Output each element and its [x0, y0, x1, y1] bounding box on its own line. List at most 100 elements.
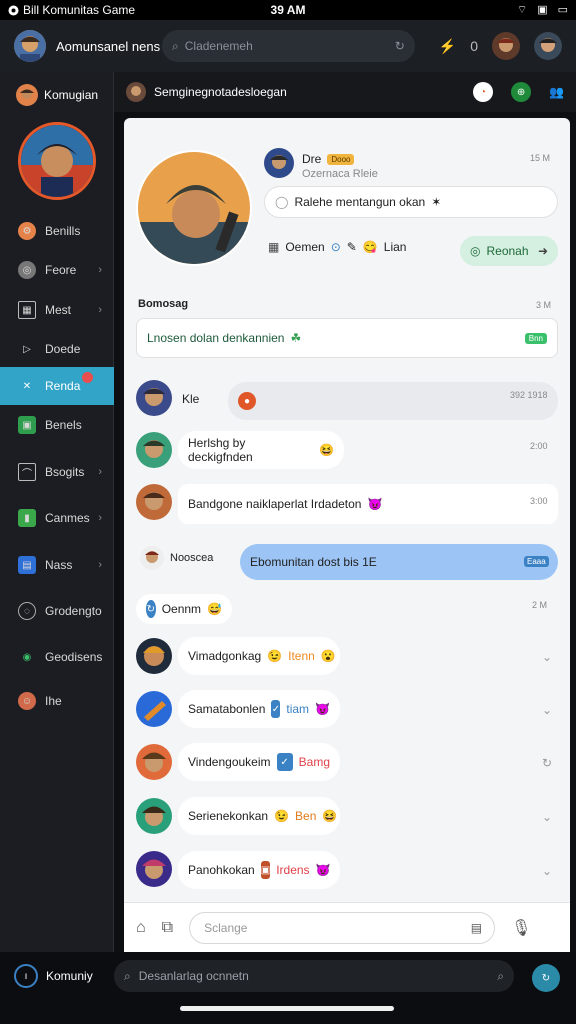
list-item[interactable]: Vindengoukeim ✓ Bamg [178, 743, 340, 781]
chevron-right-icon: › [98, 304, 102, 316]
message-bubble[interactable]: Bandgone naiklaperlat Irdadeton 😈 [178, 484, 558, 524]
header-avatar[interactable] [14, 30, 46, 62]
profile-avatar[interactable] [534, 32, 562, 60]
sidebar-item-bsogits[interactable]: ⌒ Bsogits › [0, 453, 114, 491]
group-icon: ☺ [18, 692, 36, 710]
sidebar-user[interactable]: Komugian [0, 72, 113, 118]
chat-icon: ▦ [268, 240, 280, 254]
emoji-icon: 😆 [322, 809, 338, 823]
list-item[interactable]: Vimadgonkag 😉 Itenn 😮 [178, 637, 340, 675]
message-name: Nooscea [170, 552, 214, 564]
message-name: Kle [182, 392, 200, 406]
sidebar-item-renda[interactable]: ✕ Renda [0, 367, 114, 405]
sidebar-item-ihe[interactable]: ☺ Ihe [0, 682, 114, 720]
sidebar-hero-avatar [18, 122, 96, 200]
post-hero-avatar [136, 150, 252, 266]
chevron-down-icon[interactable]: ⌄ [542, 864, 552, 878]
post-reactions[interactable]: ▦ Oemen ⊙ ✎ 😋 Lian [268, 240, 406, 254]
header-title: Aomunsanel nens [56, 38, 161, 54]
reply-button[interactable]: ◎ Reonah ➜ [460, 236, 558, 266]
sidebar-item-label: Mest [45, 303, 72, 317]
message-input-bar: ⌂ ⧉ Sclange ▤ 🎙 [124, 902, 570, 952]
sidebar-item-benels[interactable]: ▣ Benels [0, 406, 114, 444]
status-bar: Bill Komunitas Game 39 AM ⌔ ▣ ▭ [0, 0, 576, 20]
notif-avatar[interactable] [492, 32, 520, 60]
sidebar-item-doede[interactable]: ▷ Doede [0, 330, 114, 368]
sidebar-item-feore[interactable]: ◎ Feore › [0, 251, 114, 289]
search-icon-right[interactable]: ⌕ [497, 969, 504, 984]
emoji-icon: 😋 [362, 240, 378, 254]
game-ball-icon: ● [238, 392, 256, 410]
sparkle-icon: ✶ [431, 195, 442, 209]
list-item-avatar[interactable] [136, 851, 172, 887]
attach-icon[interactable]: ⧉ [162, 919, 173, 937]
sidebar-item-grodengto[interactable]: ◌ Grodengto [0, 592, 114, 630]
message-input[interactable]: Sclange ▤ [189, 911, 496, 944]
chevron-down-icon[interactable]: ⌄ [542, 650, 552, 664]
pin-icon: ◉ [22, 651, 32, 663]
bottom-user[interactable]: ı Komuniy [14, 964, 93, 988]
message-bubble[interactable]: ● [228, 382, 558, 420]
pinned-message[interactable]: Lnosen dolan denkannien ☘ Bnn [136, 318, 558, 358]
add-icon[interactable]: ⊕ [511, 82, 532, 102]
refresh-small-icon[interactable]: ↻ [542, 756, 552, 770]
sidebar-item-nass[interactable]: ▤ Nass › [0, 546, 114, 584]
top-header: Aomunsanel nens ⌕ Cladenemeh ↻ ⚡ 0 [0, 20, 576, 72]
chat-icon: ▣ [18, 416, 36, 434]
sidebar-item-label: Doede [45, 342, 81, 356]
sidebar-user-avatar [16, 84, 38, 106]
sidebar-item-canmes[interactable]: ▮ Canmes › [0, 499, 114, 537]
sidebar-item-label: Bsogits [45, 465, 85, 479]
wifi-icon: ⌔ [516, 4, 528, 16]
list-item[interactable]: Samatabonlen ✓ tiam 😈 [178, 690, 340, 728]
list-item[interactable]: Panohkokan ▣ Irdens 😈 [178, 851, 340, 889]
clipboard-icon[interactable]: ▤ [471, 921, 482, 935]
list-item[interactable]: Serienekonkan 😉 Ben 😆 [178, 797, 340, 835]
sidebar-item-benills[interactable]: ⚙ Benills [0, 212, 114, 250]
chevron-down-icon[interactable]: ⌄ [542, 703, 552, 717]
reply-icon: ◎ [470, 244, 481, 258]
sidebar-item-label: Nass [45, 558, 73, 572]
list-item-avatar[interactable] [136, 691, 172, 727]
post-author-avatar[interactable] [264, 148, 294, 178]
header-search-input[interactable]: ⌕ Cladenemeh ↻ [162, 30, 415, 62]
globe-icon: ◌ [18, 602, 36, 620]
home-icon[interactable]: ⌂ [136, 919, 146, 937]
check-icon: ✓ [271, 700, 281, 718]
box-icon: ▣ [260, 861, 271, 879]
members-icon[interactable]: 👥 [549, 85, 564, 99]
list-item-avatar[interactable] [136, 638, 172, 674]
list-item-avatar[interactable] [136, 744, 172, 780]
notification-icon [8, 5, 19, 16]
emoji-icon: 😉 [267, 649, 283, 663]
sidebar-item-geodisens[interactable]: ◉ Geodisens [0, 638, 114, 676]
message-time: 392 1918 [510, 390, 548, 400]
sidebar-item-mest[interactable]: ▦ Mest › [0, 291, 114, 329]
message-avatar[interactable] [136, 380, 172, 416]
group-header[interactable]: ↻ Oennm 😅 [136, 594, 232, 624]
home-indicator [180, 1006, 394, 1011]
post-time: 15 M [530, 153, 551, 163]
post-author-line: Dre Dooo [302, 152, 355, 166]
game-icon: ▮ [18, 509, 36, 527]
bottom-search-input[interactable]: ⌕ Desanlarlag ocnnetn ⌕ [114, 960, 514, 992]
sidebar-item-label: Geodisens [45, 650, 103, 664]
message-avatar[interactable] [136, 484, 172, 520]
refresh-icon[interactable]: ↻ [395, 39, 405, 53]
chart-icon: ⌒ [18, 463, 36, 481]
mic-icon[interactable]: 🎙 [511, 918, 531, 938]
message-bubble-highlight[interactable]: Ebomunitan dost bis 1E [240, 544, 558, 580]
chrome-icon[interactable]: ◔ [473, 82, 494, 102]
chevron-down-icon[interactable]: ⌄ [542, 810, 552, 824]
search-placeholder: Cladenemeh [184, 39, 253, 53]
bolt-icon[interactable]: ⚡ [439, 38, 456, 55]
list-item-avatar[interactable] [136, 798, 172, 834]
message-bubble[interactable]: Herlshg by deckigfnden 😆 [178, 431, 344, 469]
compose-button[interactable]: ↻ [532, 964, 560, 992]
message-avatar[interactable] [140, 546, 164, 570]
section-time: 3 M [536, 300, 552, 310]
message-avatar[interactable] [136, 432, 172, 468]
emoji-icon: 😮 [320, 649, 336, 663]
main-feed: Dre Dooo Ozernaca Rleie 15 M ◯ Ralehe me… [124, 118, 570, 952]
smile-emoji-icon: 😅 [207, 602, 222, 616]
